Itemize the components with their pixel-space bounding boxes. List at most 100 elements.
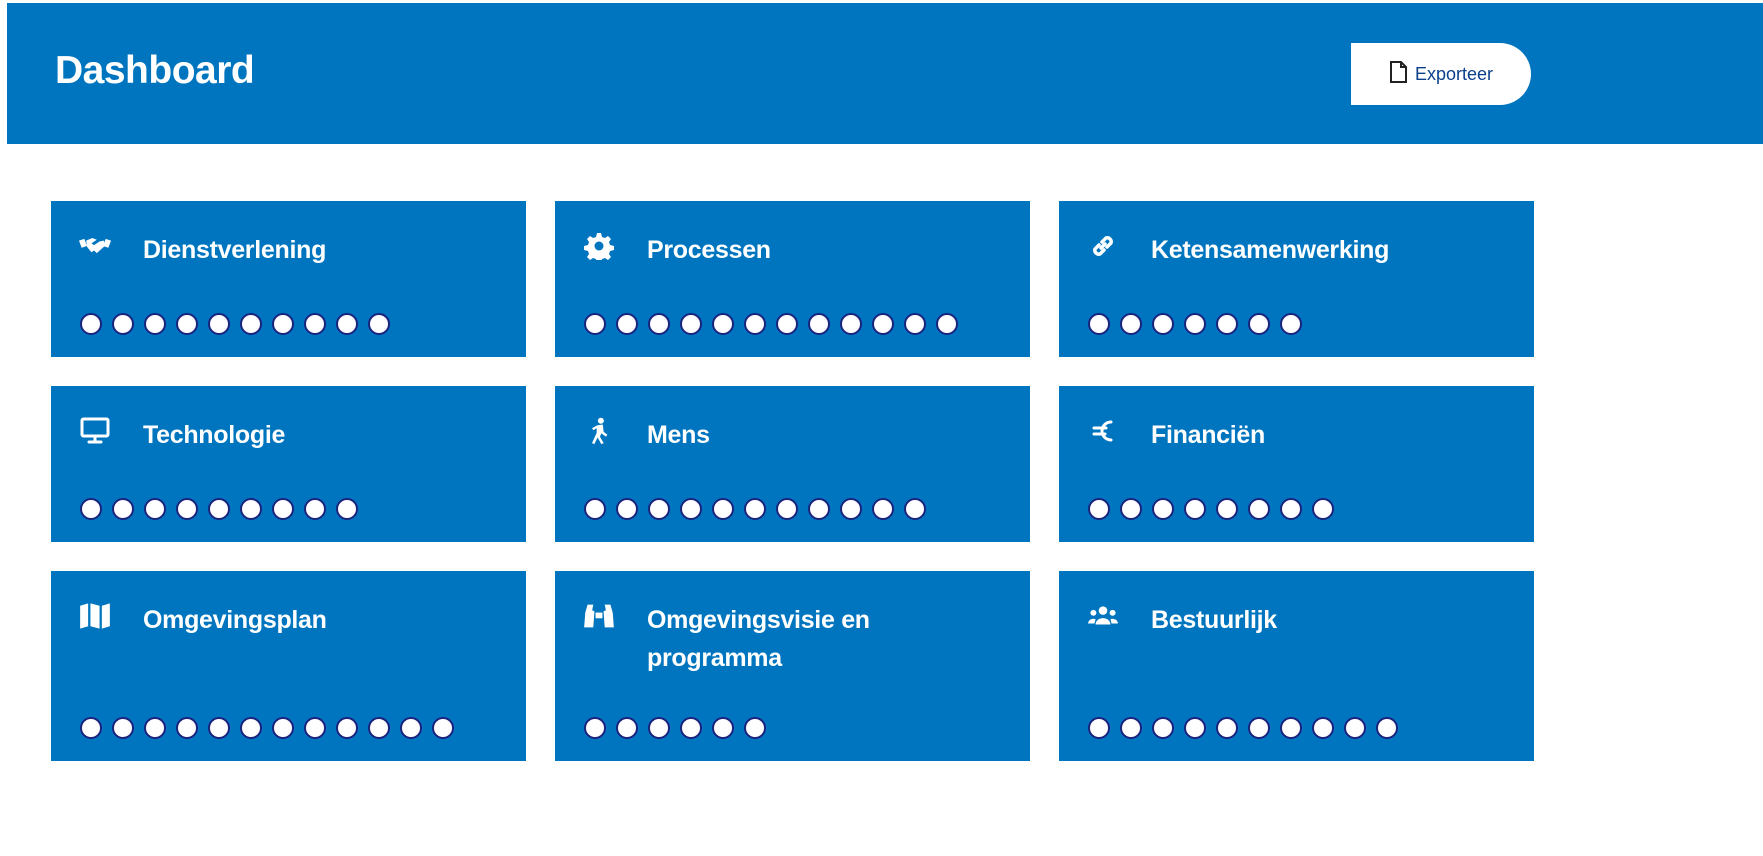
- indicator-dot: [336, 717, 358, 739]
- indicator-dot: [272, 498, 294, 520]
- indicator-dot: [1280, 498, 1302, 520]
- indicator-dot: [176, 498, 198, 520]
- indicator-dot: [584, 313, 606, 335]
- card-financien[interactable]: Financiën: [1059, 386, 1534, 542]
- card-omgevingsvisie[interactable]: Omgevingsvisie en programma: [555, 571, 1030, 761]
- card-omgevingsplan[interactable]: Omgevingsplan: [51, 571, 526, 761]
- indicator-dot: [808, 498, 830, 520]
- indicator-dot: [904, 498, 926, 520]
- indicator-dot: [112, 717, 134, 739]
- card-ketensamenwerking[interactable]: Ketensamenwerking: [1059, 201, 1534, 357]
- indicator-dot: [336, 313, 358, 335]
- indicator-dot: [680, 717, 702, 739]
- indicator-dot: [872, 498, 894, 520]
- indicator-dot: [776, 498, 798, 520]
- indicator-dot: [712, 498, 734, 520]
- indicator-dot: [1120, 313, 1142, 335]
- indicator-dot: [432, 717, 454, 739]
- card-label: Omgevingsplan: [143, 606, 327, 634]
- indicator-dot: [1152, 498, 1174, 520]
- card-bestuurlijk[interactable]: Bestuurlijk: [1059, 571, 1534, 761]
- card-dots: [80, 312, 390, 336]
- indicator-dot: [304, 313, 326, 335]
- indicator-dot: [744, 717, 766, 739]
- indicator-dot: [1216, 498, 1238, 520]
- indicator-dot: [584, 717, 606, 739]
- indicator-dot: [1280, 717, 1302, 739]
- indicator-dot: [1088, 498, 1110, 520]
- indicator-dot: [304, 498, 326, 520]
- handshake-icon: [77, 231, 113, 261]
- card-label: Processen: [647, 236, 771, 264]
- indicator-dot: [1280, 313, 1302, 335]
- card-technologie[interactable]: Technologie: [51, 386, 526, 542]
- indicator-dot: [648, 717, 670, 739]
- indicator-dot: [144, 498, 166, 520]
- indicator-dot: [144, 717, 166, 739]
- indicator-dot: [808, 313, 830, 335]
- indicator-dot: [112, 313, 134, 335]
- indicator-dot: [240, 717, 262, 739]
- indicator-dot: [240, 498, 262, 520]
- indicator-dot: [1120, 717, 1142, 739]
- indicator-dot: [1216, 717, 1238, 739]
- card-dots: [1088, 716, 1398, 740]
- indicator-dot: [1248, 313, 1270, 335]
- indicator-dot: [1184, 313, 1206, 335]
- users-icon: [1085, 601, 1121, 631]
- indicator-dot: [616, 313, 638, 335]
- indicator-dot: [176, 313, 198, 335]
- map-icon: [77, 601, 113, 631]
- indicator-dot: [1088, 313, 1110, 335]
- card-label: Technologie: [143, 421, 286, 449]
- card-dots: [1088, 497, 1334, 521]
- indicator-dot: [208, 717, 230, 739]
- card-dots: [584, 497, 926, 521]
- indicator-dot: [1152, 313, 1174, 335]
- card-label: Ketensamenwerking: [1151, 236, 1390, 264]
- euro-icon: [1085, 416, 1121, 446]
- file-icon: [1389, 60, 1407, 88]
- indicator-dot: [872, 313, 894, 335]
- indicator-dot: [208, 313, 230, 335]
- indicator-dot: [840, 313, 862, 335]
- indicator-dot: [1376, 717, 1398, 739]
- binoculars-icon: [581, 601, 617, 631]
- page-title: Dashboard: [55, 49, 255, 92]
- indicator-dot: [776, 313, 798, 335]
- indicator-dot: [80, 498, 102, 520]
- indicator-dot: [272, 717, 294, 739]
- card-label: Dienstverlening: [143, 236, 327, 264]
- export-button[interactable]: Exporteer: [1351, 43, 1531, 105]
- indicator-dot: [272, 313, 294, 335]
- indicator-dot: [648, 498, 670, 520]
- indicator-dot: [368, 313, 390, 335]
- card-processen[interactable]: Processen: [555, 201, 1030, 357]
- indicator-dot: [1184, 498, 1206, 520]
- card-label: Omgevingsvisie en programma: [647, 606, 870, 672]
- indicator-dot: [936, 313, 958, 335]
- indicator-dot: [1088, 717, 1110, 739]
- indicator-dot: [744, 498, 766, 520]
- card-label: Financiën: [1151, 421, 1265, 449]
- card-dienstverlening[interactable]: Dienstverlening: [51, 201, 526, 357]
- indicator-dot: [208, 498, 230, 520]
- indicator-dot: [1248, 498, 1270, 520]
- indicator-dot: [112, 498, 134, 520]
- indicator-dot: [176, 717, 198, 739]
- indicator-dot: [584, 498, 606, 520]
- card-mens[interactable]: Mens: [555, 386, 1030, 542]
- card-label: Mens: [647, 421, 710, 449]
- indicator-dot: [240, 313, 262, 335]
- indicator-dot: [400, 717, 422, 739]
- indicator-dot: [1344, 717, 1366, 739]
- indicator-dot: [1120, 498, 1142, 520]
- indicator-dot: [712, 717, 734, 739]
- card-dots: [80, 716, 454, 740]
- card-dots: [584, 312, 958, 336]
- indicator-dot: [1152, 717, 1174, 739]
- indicator-dot: [744, 313, 766, 335]
- indicator-dot: [712, 313, 734, 335]
- indicator-dot: [368, 717, 390, 739]
- indicator-dot: [80, 313, 102, 335]
